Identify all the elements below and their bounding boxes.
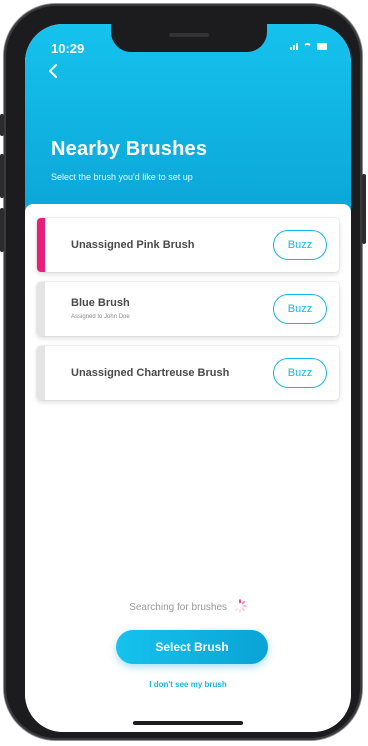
loading-spinner-icon: [233, 599, 247, 616]
brush-color-accent: [37, 282, 45, 336]
brush-name: Blue Brush: [71, 297, 130, 309]
brush-card-chartreuse[interactable]: Unassigned Chartreuse Brush Buzz: [37, 346, 339, 400]
notch: [111, 24, 267, 52]
brush-name: Unassigned Chartreuse Brush: [71, 367, 230, 379]
buzz-button[interactable]: Buzz: [273, 230, 327, 260]
brush-name: Unassigned Pink Brush: [71, 239, 195, 251]
status-icons: [290, 43, 327, 50]
wifi-icon: [303, 43, 312, 50]
page-subtitle: Select the brush you'd like to set up: [51, 172, 193, 182]
brush-card-pink[interactable]: Unassigned Pink Brush Buzz: [37, 218, 339, 272]
volume-down-button: [0, 208, 4, 252]
brush-card-blue[interactable]: Blue Brush Assigned to John Doe Buzz: [37, 282, 339, 336]
brush-assigned-owner: Assigned to John Doe: [71, 314, 130, 320]
header: 10:29 Nearby Brushes Select the brush yo…: [25, 24, 351, 234]
brush-color-accent: [37, 218, 45, 272]
battery-icon: [317, 43, 327, 50]
volume-up-button: [0, 154, 4, 198]
app-screen: 10:29 Nearby Brushes Select the brush yo…: [25, 24, 351, 732]
select-brush-button[interactable]: Select Brush: [116, 630, 268, 664]
signal-icon: [290, 43, 298, 50]
phone-frame: 10:29 Nearby Brushes Select the brush yo…: [0, 4, 366, 740]
chevron-left-icon: [49, 64, 57, 78]
brush-color-accent: [37, 346, 45, 400]
buzz-button[interactable]: Buzz: [273, 358, 327, 388]
page-title: Nearby Brushes: [51, 138, 208, 160]
speaker: [169, 33, 209, 37]
mute-switch: [0, 114, 4, 136]
buzz-button[interactable]: Buzz: [273, 294, 327, 324]
status-time: 10:29: [51, 41, 85, 56]
home-indicator: [133, 721, 243, 725]
missing-brush-link[interactable]: I don't see my brush: [25, 680, 351, 689]
power-button: [362, 174, 366, 244]
searching-status: Searching for brushes: [25, 599, 351, 616]
searching-text: Searching for brushes: [129, 602, 228, 614]
back-button[interactable]: [41, 60, 65, 84]
